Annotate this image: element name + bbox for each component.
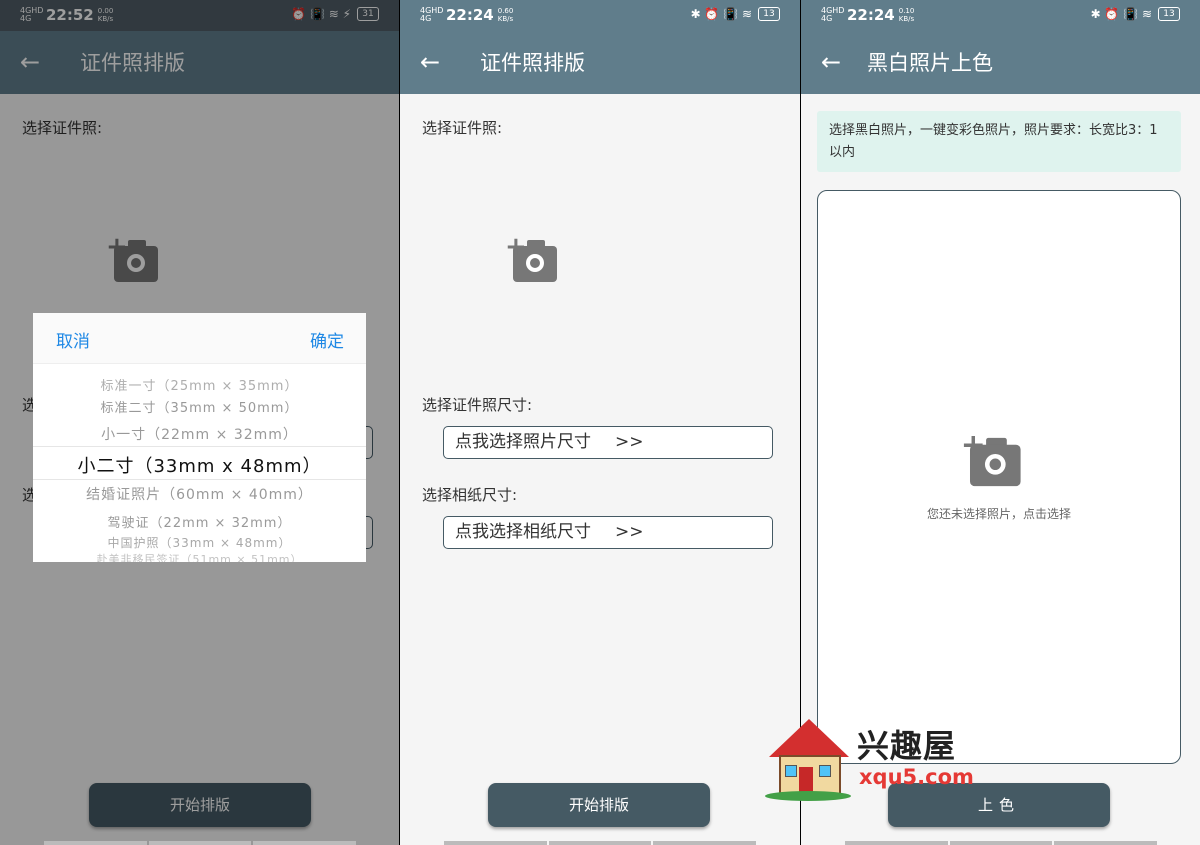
back-arrow-icon[interactable]: ← (420, 47, 440, 77)
size-label: 选择证件照尺寸: (422, 396, 533, 414)
chevron-right-icon: >> (615, 432, 644, 452)
battery-icon: 13 (758, 7, 780, 21)
status-bar: 4GHD 4G 22:24 0.10 KB/s ✱ ⏰ 📳 ≋ 13 (801, 0, 1200, 31)
back-arrow-icon[interactable]: ← (821, 47, 841, 77)
nav-bar (845, 841, 1158, 845)
nav-bar (444, 841, 757, 845)
start-layout-button[interactable]: 开始排版 (488, 783, 710, 827)
screen-id-photo-picker: 4GHD 4G 22:52 0.00 KB/s ⏰ 📳 ≋ ⚡ 31 ← 证件照排版… (0, 0, 399, 845)
picker-option[interactable]: 赴美非移民签证（51mm × 51mm） (33, 551, 366, 562)
add-photo-camera-icon[interactable]: + (505, 234, 561, 286)
size-select-text: 点我选择照片尺寸 (455, 432, 591, 452)
picker-cancel-button[interactable]: 取消 (56, 327, 90, 352)
size-select-button[interactable]: 点我选择照片尺寸 >> (443, 426, 773, 459)
status-time: 22:24 (847, 6, 895, 24)
app-bar: ← 证件照排版 (400, 31, 800, 94)
picker-option[interactable]: 标准二寸（35mm × 50mm） (33, 397, 366, 416)
paper-label: 选择相纸尺寸: (422, 486, 518, 504)
app-bar: ← 黑白照片上色 (801, 31, 1200, 94)
watermark-logo: 兴趣屋 xqu5.com (765, 715, 975, 805)
composite-screenshot: 4GHD 4G 22:52 0.00 KB/s ⏰ 📳 ≋ ⚡ 31 ← 证件照排版… (0, 0, 1200, 845)
picker-ok-button[interactable]: 确定 (310, 327, 344, 352)
add-photo-camera-icon: + (961, 431, 1025, 491)
status-icons: ✱ ⏰ 📳 ≋ (1090, 7, 1152, 21)
battery-icon: 13 (1158, 7, 1180, 21)
net-speed: 0.60 KB/s (497, 7, 514, 23)
picker-option[interactable]: 小一寸（22mm × 32mm） (33, 424, 366, 444)
net-speed: 0.10 KB/s (898, 7, 915, 23)
picker-option[interactable]: 驾驶证（22mm × 32mm） (33, 512, 366, 531)
nav-bar (44, 841, 357, 845)
page-title: 黑白照片上色 (867, 51, 993, 75)
picker-option-selected[interactable]: 小二寸（33mm x 48mm） (33, 452, 366, 478)
signal-icon: 4GHD 4G (420, 6, 444, 23)
status-bar: 4GHD 4G 22:24 0.60 KB/s ✱ ⏰ 📳 ≋ 13 (400, 0, 800, 31)
empty-photo-hint: 您还未选择照片，点击选择 (926, 507, 1071, 521)
picker-option[interactable]: 中国护照（33mm × 48mm） (33, 534, 366, 551)
chevron-right-icon: >> (615, 522, 644, 542)
signal-icon: 4GHD 4G (821, 6, 845, 23)
paper-select-text: 点我选择相纸尺寸 (455, 522, 591, 542)
select-photo-label: 选择证件照: (422, 119, 503, 137)
photo-select-area[interactable]: + 您还未选择照片，点击选择 (817, 190, 1181, 764)
requirement-tip: 选择黑白照片，一键变彩色照片，照片要求：长宽比3：1以内 (817, 111, 1181, 172)
page-title: 证件照排版 (480, 51, 585, 75)
picker-header: 取消 确定 (33, 313, 366, 364)
picker-option[interactable]: 标准一寸（25mm × 35mm） (33, 375, 366, 394)
status-icons: ✱ ⏰ 📳 ≋ (690, 7, 752, 21)
house-icon (769, 719, 849, 757)
status-time: 22:24 (446, 6, 494, 24)
watermark-text-en: xqu5.com (859, 765, 974, 789)
watermark-text-cn: 兴趣屋 (857, 727, 957, 765)
screen-id-photo-layout: 4GHD 4G 22:24 0.60 KB/s ✱ ⏰ 📳 ≋ 13 ← 证件照排版… (400, 0, 800, 845)
size-picker-dialog: 取消 确定 标准一寸（25mm × 35mm） 标准二寸（35mm × 50mm… (33, 313, 366, 562)
picker-option[interactable]: 结婚证照片（60mm × 40mm） (33, 484, 366, 504)
paper-select-button[interactable]: 点我选择相纸尺寸 >> (443, 516, 773, 549)
